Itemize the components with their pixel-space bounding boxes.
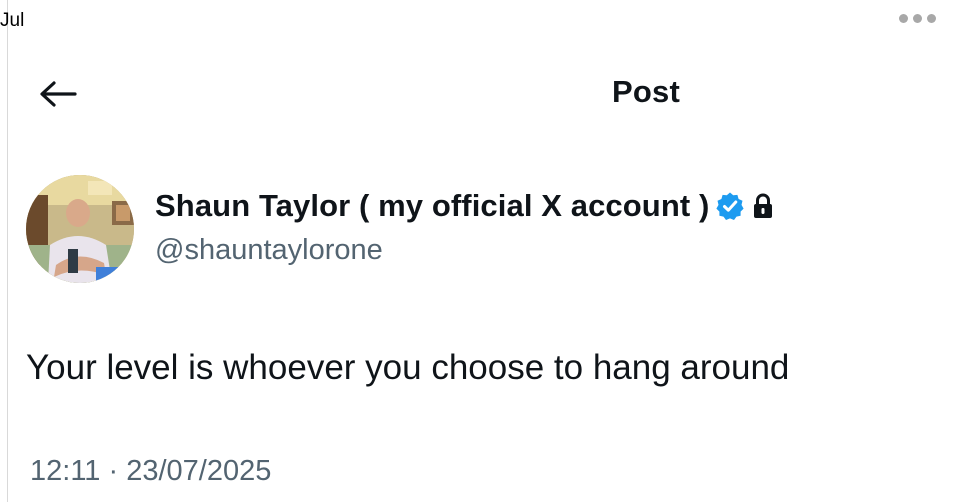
- back-button[interactable]: [36, 74, 80, 114]
- post-timestamp[interactable]: 12:11 · 23/07/2025: [30, 455, 271, 488]
- verified-badge-icon: [716, 192, 745, 220]
- avatar[interactable]: [26, 175, 134, 283]
- page-edge-divider: [7, 0, 8, 502]
- avatar-photo: [26, 175, 134, 283]
- arrow-left-icon: [40, 81, 77, 107]
- lock-icon: [754, 193, 773, 218]
- page-title: Post: [612, 74, 680, 109]
- more-dot: [913, 14, 922, 23]
- author-display-name[interactable]: Shaun Taylor ( my official X account ): [155, 188, 709, 224]
- author-name-row[interactable]: Shaun Taylor ( my official X account ): [155, 188, 775, 224]
- more-dot: [899, 14, 908, 23]
- post-text: Your level is whoever you choose to hang…: [26, 348, 790, 387]
- more-dot: [927, 14, 936, 23]
- author-handle[interactable]: @shauntaylorone: [155, 234, 383, 267]
- top-date-label: Jul: [0, 10, 25, 31]
- more-options-icon[interactable]: [899, 14, 936, 23]
